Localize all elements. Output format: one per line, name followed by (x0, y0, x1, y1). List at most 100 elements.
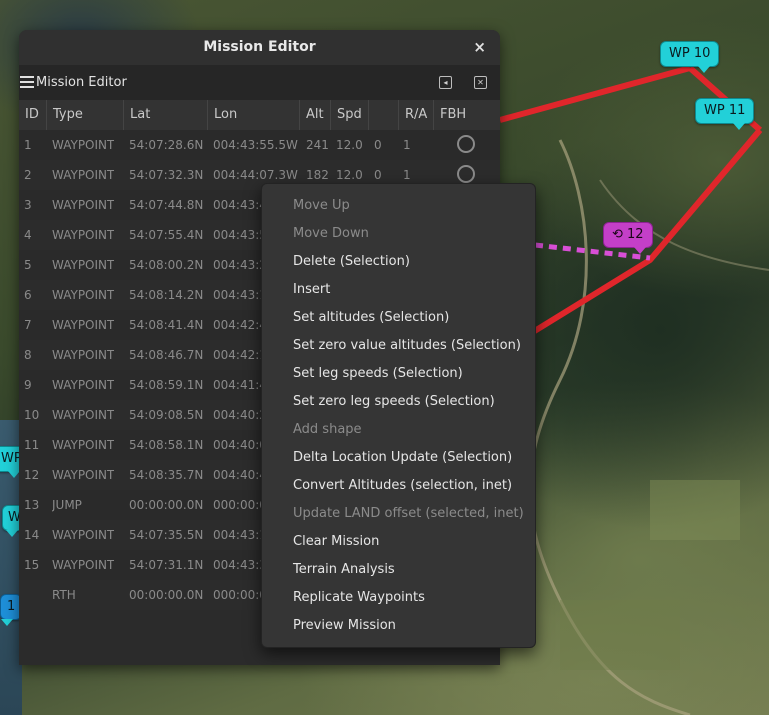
cell-type: WAYPOINT (52, 138, 115, 152)
cell-lat: 54:08:14.2N (129, 288, 204, 302)
cell-lat: 54:08:35.7N (129, 468, 204, 482)
menu-item-set-leg-speeds-selection[interactable]: Set leg speeds (Selection) (293, 360, 463, 388)
cell-lon: 000:00:0 (213, 588, 267, 602)
waypoint-marker-11[interactable]: WP 11 (695, 98, 755, 130)
menu-item-add-shape: Add shape (293, 422, 362, 437)
close-window-button[interactable]: × (473, 30, 486, 65)
menu-item-set-zero-leg-speeds-selection[interactable]: Set zero leg speeds (Selection) (293, 388, 495, 416)
cell-lat: 54:08:58.1N (129, 438, 204, 452)
cell-id: 13 (24, 498, 40, 512)
cell-spd: 12.0 (336, 138, 363, 152)
menu-item-set-altitudes-selection[interactable]: Set altitudes (Selection) (293, 304, 449, 332)
cell-lon: 004:40:0 (213, 438, 267, 452)
menu-item-terrain-analysis[interactable]: Terrain Analysis (293, 556, 395, 584)
cell-lon: 004:40:4 (213, 468, 267, 482)
cell-id: 9 (24, 378, 32, 392)
cell-id: 10 (24, 408, 40, 422)
menu-item-delta-location-update-selection[interactable]: Delta Location Update (Selection) (293, 444, 512, 472)
menu-item-update-land-offset-selected-inet: Update LAND offset (selected, inet) (293, 506, 524, 521)
cell-type: WAYPOINT (52, 288, 115, 302)
cell-lon: 004:43:55.5W (213, 138, 298, 152)
cell-lat: 54:08:00.2N (129, 258, 204, 272)
table-row[interactable]: 1 WAYPOINT 54:07:28.6N 004:43:55.5W 241 12.0 0… (19, 130, 500, 160)
column-header-type[interactable]: Type (47, 100, 124, 130)
route-segment (499, 65, 691, 123)
menu-icon[interactable] (20, 76, 34, 88)
cell-lon: 004:43:1 (213, 288, 267, 302)
cell-lat: 54:07:35.5N (129, 528, 204, 542)
cell-id: 2 (24, 168, 32, 182)
cell-lat: 54:07:32.3N (129, 168, 204, 182)
cell-lon: 004:43:2 (213, 258, 267, 272)
waypoint-marker-10[interactable]: WP 10 (660, 41, 720, 73)
cell-alt: 241 (306, 138, 329, 152)
context-menu: Move Up Move Down Delete (Selection) Insert… (261, 183, 536, 648)
window-title: Mission Editor (203, 39, 316, 55)
cell-lat: 54:07:44.8N (129, 198, 204, 212)
column-header-fbh[interactable]: FBH (434, 100, 500, 130)
cell-lon: 004:40:2 (213, 408, 267, 422)
cell-lon: 004:42:1 (213, 348, 267, 362)
cell-type: WAYPOINT (52, 198, 115, 212)
cell-type: WAYPOINT (52, 258, 115, 272)
column-header-p1[interactable] (369, 100, 399, 130)
cell-lat: 00:00:00.0N (129, 498, 204, 512)
column-header-lon[interactable]: Lon (208, 100, 300, 130)
close-panel-icon[interactable]: ✕ (474, 76, 487, 89)
cell-lon: 004:43:3 (213, 558, 267, 572)
cell-lat: 54:08:41.4N (129, 318, 204, 332)
cell-p: 0 (374, 138, 382, 152)
table-header: ID Type Lat Lon Alt Spd R/A FBH (19, 100, 500, 130)
cell-type: WAYPOINT (52, 558, 115, 572)
fbh-radio[interactable] (457, 165, 475, 183)
cell-lon: 004:43:5 (213, 228, 267, 242)
cell-lon: 004:43:4 (213, 198, 267, 212)
cell-lat: 54:07:28.6N (129, 138, 204, 152)
menu-item-clear-mission[interactable]: Clear Mission (293, 528, 379, 556)
cell-id: 14 (24, 528, 40, 542)
cell-ra: 1 (403, 138, 411, 152)
menu-item-insert[interactable]: Insert (293, 276, 330, 304)
cell-id: 3 (24, 198, 32, 212)
cell-type: JUMP (52, 498, 82, 512)
cell-id: 4 (24, 228, 32, 242)
cell-type: WAYPOINT (52, 378, 115, 392)
column-header-ra[interactable]: R/A (399, 100, 434, 130)
cell-lat: 54:07:31.1N (129, 558, 204, 572)
cell-lon: 000:00:0 (213, 498, 267, 512)
cell-id: 5 (24, 258, 32, 272)
cell-lon: 004:43:1 (213, 528, 267, 542)
menu-item-delete-selection[interactable]: Delete (Selection) (293, 248, 410, 276)
panel-title: Mission Editor (36, 75, 127, 90)
column-header-id[interactable]: ID (19, 100, 47, 130)
cell-type: WAYPOINT (52, 408, 115, 422)
cell-id: 7 (24, 318, 32, 332)
menu-item-set-zero-value-altitudes-selection[interactable]: Set zero value altitudes (Selection) (293, 332, 521, 360)
menu-item-convert-altitudes-selection-inet[interactable]: Convert Altitudes (selection, inet) (293, 472, 512, 500)
menu-item-preview-mission[interactable]: Preview Mission (293, 612, 396, 640)
cell-type: WAYPOINT (52, 468, 115, 482)
menu-item-move-down: Move Down (293, 226, 369, 241)
panel-header: Mission Editor ◂ ✕ (19, 65, 500, 100)
field-patch (560, 600, 680, 670)
cell-id: 11 (24, 438, 40, 452)
cell-lat: 54:08:46.7N (129, 348, 204, 362)
cell-id: 15 (24, 558, 40, 572)
cell-lat: 54:07:55.4N (129, 228, 204, 242)
cell-type: WAYPOINT (52, 168, 115, 182)
cell-id: 8 (24, 348, 32, 362)
menu-item-replicate-waypoints[interactable]: Replicate Waypoints (293, 584, 425, 612)
jump-marker-12[interactable]: ⟲ 12 (603, 222, 653, 254)
window-titlebar[interactable]: Mission Editor × (19, 30, 500, 65)
float-panel-icon[interactable]: ◂ (439, 76, 452, 89)
column-header-lat[interactable]: Lat (124, 100, 208, 130)
column-header-spd[interactable]: Spd (331, 100, 369, 130)
cell-id: 6 (24, 288, 32, 302)
menu-item-move-up: Move Up (293, 198, 350, 213)
cell-id: 1 (24, 138, 32, 152)
cell-type: RTH (52, 588, 76, 602)
fbh-radio[interactable] (457, 135, 475, 153)
cell-type: WAYPOINT (52, 438, 115, 452)
column-header-alt[interactable]: Alt (300, 100, 331, 130)
cell-type: WAYPOINT (52, 528, 115, 542)
